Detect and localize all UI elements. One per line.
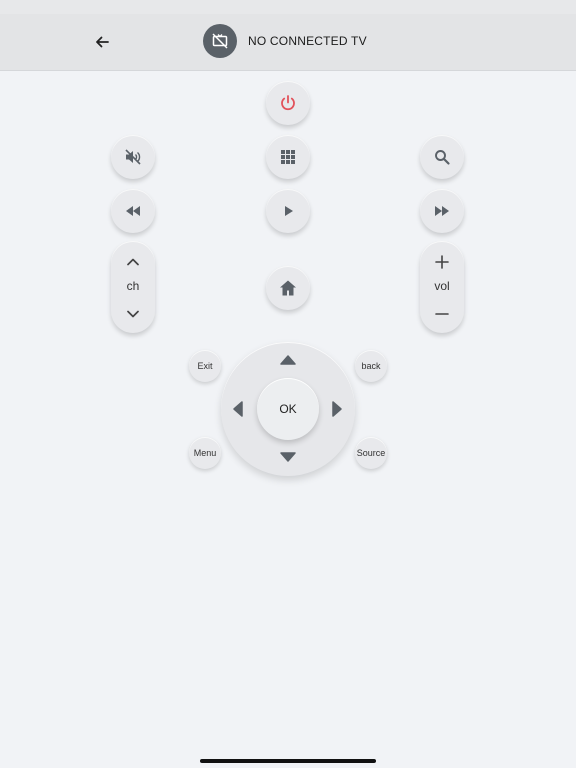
power-button[interactable]	[266, 81, 310, 125]
minus-icon	[434, 306, 450, 322]
home-button[interactable]	[266, 266, 310, 310]
power-icon	[278, 93, 298, 113]
tv-off-icon	[211, 32, 229, 50]
chevron-down-icon	[125, 306, 141, 322]
mute-button[interactable]	[111, 135, 155, 179]
dpad-left-button[interactable]	[225, 396, 251, 422]
volume-control: vol	[420, 241, 464, 333]
connection-status-title: NO CONNECTED TV	[248, 34, 367, 48]
search-button[interactable]	[420, 135, 464, 179]
arrow-left-icon	[94, 34, 110, 50]
chevron-up-icon	[125, 254, 141, 270]
app-header: NO CONNECTED TV	[0, 14, 576, 71]
rewind-icon	[123, 201, 143, 221]
exit-button[interactable]: Exit	[189, 350, 221, 382]
triangle-up-icon	[279, 354, 297, 366]
channel-down-button[interactable]	[111, 301, 155, 327]
plus-icon	[434, 254, 450, 270]
ok-button[interactable]: OK	[257, 378, 319, 440]
apps-button[interactable]	[266, 135, 310, 179]
volume-off-icon	[123, 147, 143, 167]
triangle-down-icon	[279, 451, 297, 463]
play-icon	[279, 202, 297, 220]
volume-down-button[interactable]	[420, 301, 464, 327]
triangle-right-icon	[331, 400, 343, 418]
channel-label: ch	[126, 279, 140, 293]
apps-grid-icon	[279, 148, 297, 166]
dpad-up-button[interactable]	[275, 347, 301, 373]
dpad-right-button[interactable]	[324, 396, 350, 422]
triangle-left-icon	[232, 400, 244, 418]
volume-up-button[interactable]	[420, 249, 464, 275]
channel-up-button[interactable]	[111, 249, 155, 275]
source-button[interactable]: Source	[355, 437, 387, 469]
menu-button[interactable]: Menu	[189, 437, 221, 469]
volume-label: vol	[434, 279, 450, 293]
home-icon	[278, 278, 298, 298]
rewind-button[interactable]	[111, 189, 155, 233]
search-icon	[433, 148, 451, 166]
play-button[interactable]	[266, 189, 310, 233]
tv-status-badge	[203, 24, 237, 58]
dpad-down-button[interactable]	[275, 444, 301, 470]
home-indicator	[200, 759, 376, 763]
channel-control: ch	[111, 241, 155, 333]
fast-forward-button[interactable]	[420, 189, 464, 233]
dpad: OK	[221, 342, 355, 476]
status-bar	[0, 0, 576, 14]
back-button[interactable]	[88, 28, 116, 56]
fast-forward-icon	[432, 201, 452, 221]
back-remote-button[interactable]: back	[355, 350, 387, 382]
